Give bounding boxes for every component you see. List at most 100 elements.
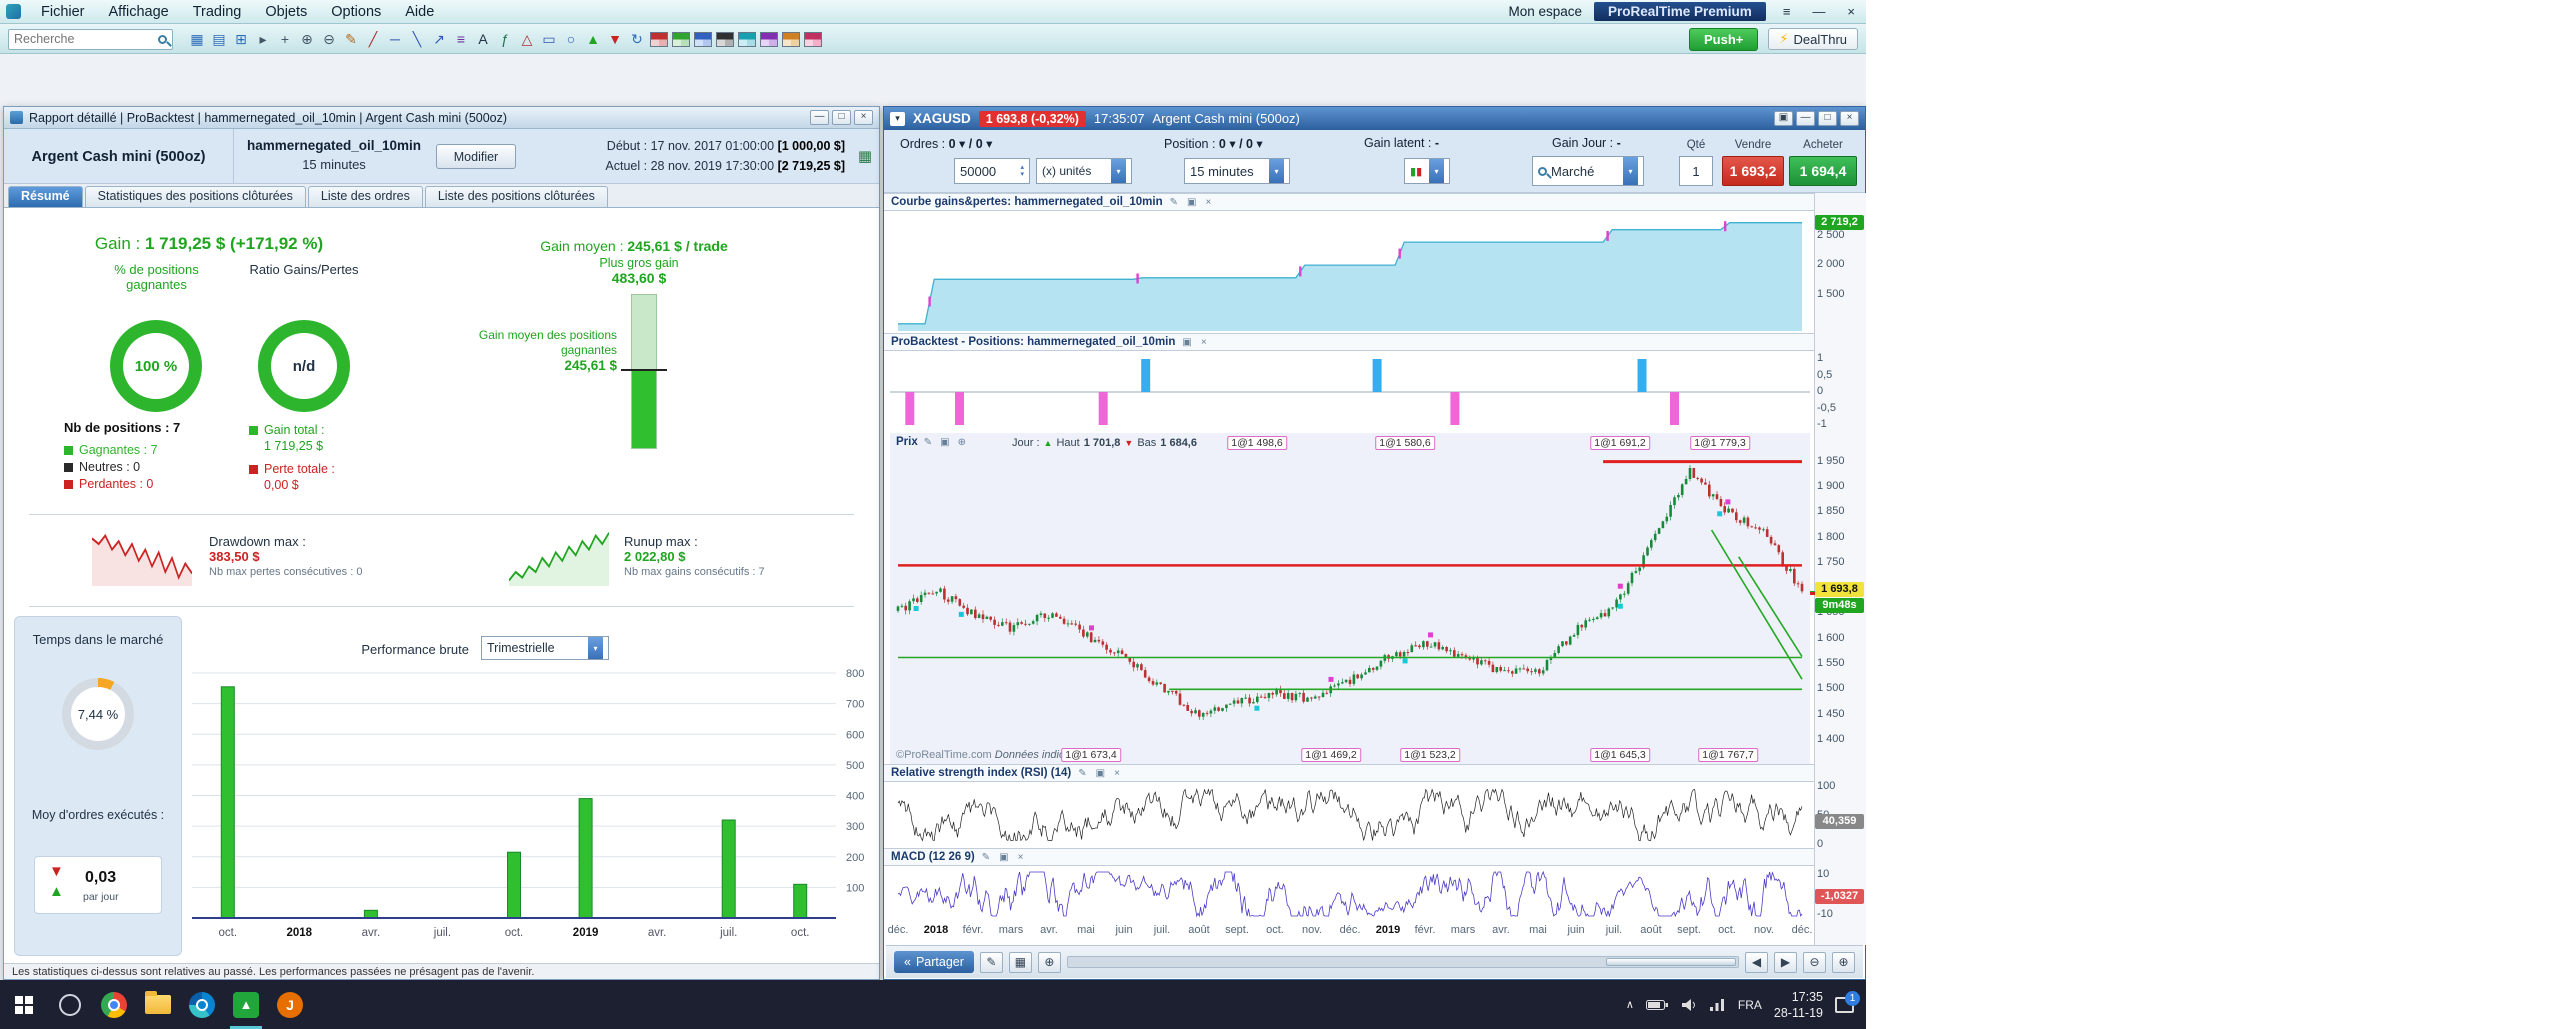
close-icon[interactable]: ×	[1840, 111, 1859, 126]
sell-button[interactable]: 1 693,2	[1722, 156, 1784, 186]
window-icon[interactable]: ▣	[1180, 337, 1193, 348]
minimize-icon[interactable]: —	[1807, 4, 1830, 19]
menu-objets[interactable]: Objets	[253, 3, 319, 21]
taskbar-browser-button[interactable]	[180, 980, 224, 1029]
taskbar-chrome-button[interactable]	[92, 980, 136, 1029]
timeframe-select[interactable]: 15 minutes ▾	[1184, 158, 1290, 184]
window-icon[interactable]: ▣	[1185, 197, 1198, 208]
tab-2[interactable]: Liste des ordres	[307, 186, 423, 207]
add-icon[interactable]: ⊕	[956, 437, 968, 448]
chart-window-titlebar[interactable]: ▾ XAGUSD 1 693,8 (-0,32%) 17:35:07 Argen…	[884, 107, 1865, 130]
tab-resume[interactable]: Résumé	[8, 186, 83, 207]
new-chart-icon[interactable]: ⊞	[230, 28, 252, 50]
layout-preset-5-icon[interactable]	[738, 31, 756, 47]
quantity-input[interactable]: 50000 ▴ ▾	[954, 158, 1030, 184]
edit-icon[interactable]: ✎	[922, 437, 934, 448]
tab-3[interactable]: Liste des positions clôturées	[424, 186, 608, 207]
chart-scrollbar[interactable]	[1066, 956, 1739, 968]
tray-chevron-icon[interactable]: ∧	[1626, 998, 1634, 1011]
order-qty-input[interactable]: 1	[1679, 156, 1713, 186]
trendline-icon[interactable]: ╱	[362, 28, 384, 50]
report-window-titlebar[interactable]: Rapport détaillé | ProBacktest | hammern…	[4, 107, 879, 129]
buy-button[interactable]: 1 694,4	[1789, 156, 1857, 186]
edit-icon[interactable]: ✎	[1168, 197, 1180, 208]
premium-button[interactable]: ProRealTime Premium	[1594, 2, 1766, 21]
triangle-icon[interactable]: △	[516, 28, 538, 50]
arrow-line-icon[interactable]: ↗	[428, 28, 450, 50]
push-plus-button[interactable]: Push+	[1689, 27, 1759, 51]
zoom-out-icon[interactable]: ⊖	[1803, 951, 1826, 973]
menu-fichier[interactable]: Fichier	[29, 3, 97, 21]
buy-arrow-icon[interactable]: ▲	[582, 28, 604, 50]
watchlist-icon[interactable]: ▤	[208, 28, 230, 50]
search-box[interactable]	[8, 28, 173, 50]
report-settings-icon[interactable]: ▦	[858, 147, 872, 165]
dealthru-button[interactable]: ⚡ DealThru	[1768, 28, 1858, 50]
fibonacci-icon[interactable]: ≡	[450, 28, 472, 50]
maximize-icon[interactable]: □	[832, 110, 851, 125]
close-icon[interactable]: ×	[1016, 852, 1026, 863]
action-center-icon[interactable]: 1	[1835, 990, 1860, 1013]
menu-trading[interactable]: Trading	[181, 3, 254, 21]
price-axis[interactable]	[1814, 193, 1866, 945]
menu-affichage[interactable]: Affichage	[97, 3, 181, 21]
crosshair-icon[interactable]: +	[274, 28, 296, 50]
draw-tools-icon[interactable]: ✎	[979, 951, 1003, 973]
minimize-icon[interactable]: —	[810, 110, 829, 125]
detach-icon[interactable]: ▣	[1774, 111, 1793, 126]
taskbar-prorealtime-button[interactable]: ▲	[224, 980, 268, 1029]
pointer-icon[interactable]: ▸	[252, 28, 274, 50]
horizontal-line-icon[interactable]: ─	[384, 28, 406, 50]
scroll-left-icon[interactable]: ◀	[1745, 951, 1768, 973]
layout-preset-6-icon[interactable]	[760, 31, 778, 47]
zoom-out-icon[interactable]: ⊖	[318, 28, 340, 50]
network-icon[interactable]	[1709, 998, 1726, 1011]
ellipse-icon[interactable]: ○	[560, 28, 582, 50]
menu-aide[interactable]: Aide	[393, 3, 446, 21]
close-icon[interactable]: ×	[1842, 4, 1860, 19]
speaker-icon[interactable]	[1681, 998, 1698, 1012]
window-icon[interactable]: ▣	[1094, 768, 1107, 779]
edit-icon[interactable]: ✎	[1076, 768, 1088, 779]
tray-language[interactable]: FRA	[1738, 998, 1762, 1012]
zoom-in-icon[interactable]: ⊕	[296, 28, 318, 50]
start-button[interactable]	[0, 980, 48, 1029]
grid-icon[interactable]: ▦	[1008, 951, 1032, 973]
order-type-select[interactable]: Marché ▾	[1532, 156, 1644, 186]
rectangle-icon[interactable]: ▭	[538, 28, 560, 50]
close-icon[interactable]: ×	[854, 110, 873, 125]
window-icon[interactable]: ▣	[997, 852, 1010, 863]
layout-preset-8-icon[interactable]	[804, 31, 822, 47]
function-icon[interactable]: ƒ	[494, 28, 516, 50]
minimize-icon[interactable]: —	[1796, 111, 1815, 126]
pencil-icon[interactable]: ✎	[340, 28, 362, 50]
modify-button[interactable]: Modifier	[436, 144, 516, 169]
battery-icon[interactable]	[1645, 999, 1669, 1011]
search-input[interactable]	[14, 32, 155, 46]
close-icon[interactable]: ×	[1203, 197, 1213, 208]
layout-preset-7-icon[interactable]	[782, 31, 800, 47]
text-icon[interactable]: A	[472, 28, 494, 50]
edit-icon[interactable]: ✎	[980, 852, 992, 863]
scrollbar-thumb[interactable]	[1606, 958, 1736, 966]
add-indicator-icon[interactable]: ⊕	[1037, 951, 1061, 973]
segment-icon[interactable]: ╲	[406, 28, 428, 50]
layout-preset-3-icon[interactable]	[694, 31, 712, 47]
symbol-dropdown-icon[interactable]: ▾	[890, 111, 905, 126]
stepper-icon[interactable]: ▴ ▾	[1020, 164, 1024, 178]
close-icon[interactable]: ×	[1112, 768, 1122, 779]
layout-preset-4-icon[interactable]	[716, 31, 734, 47]
tab-1[interactable]: Statistiques des positions clôturées	[84, 186, 306, 207]
taskbar-search-button[interactable]	[48, 980, 92, 1029]
share-button[interactable]: «Partager	[894, 951, 974, 973]
layout-preset-1-icon[interactable]	[650, 31, 668, 47]
burger-menu-icon[interactable]: ≡	[1778, 4, 1796, 19]
layout-preset-2-icon[interactable]	[672, 31, 690, 47]
maximize-icon[interactable]: □	[1818, 111, 1837, 126]
workspace-icon[interactable]: ▦	[186, 28, 208, 50]
quantity-unit-select[interactable]: (x) unités ▾	[1036, 158, 1132, 184]
mon-espace-link[interactable]: Mon espace	[1508, 4, 1582, 19]
chart-style-select[interactable]: ▮ ▮ ▾	[1404, 158, 1450, 184]
menu-options[interactable]: Options	[319, 3, 393, 21]
sell-arrow-icon[interactable]: ▼	[604, 28, 626, 50]
